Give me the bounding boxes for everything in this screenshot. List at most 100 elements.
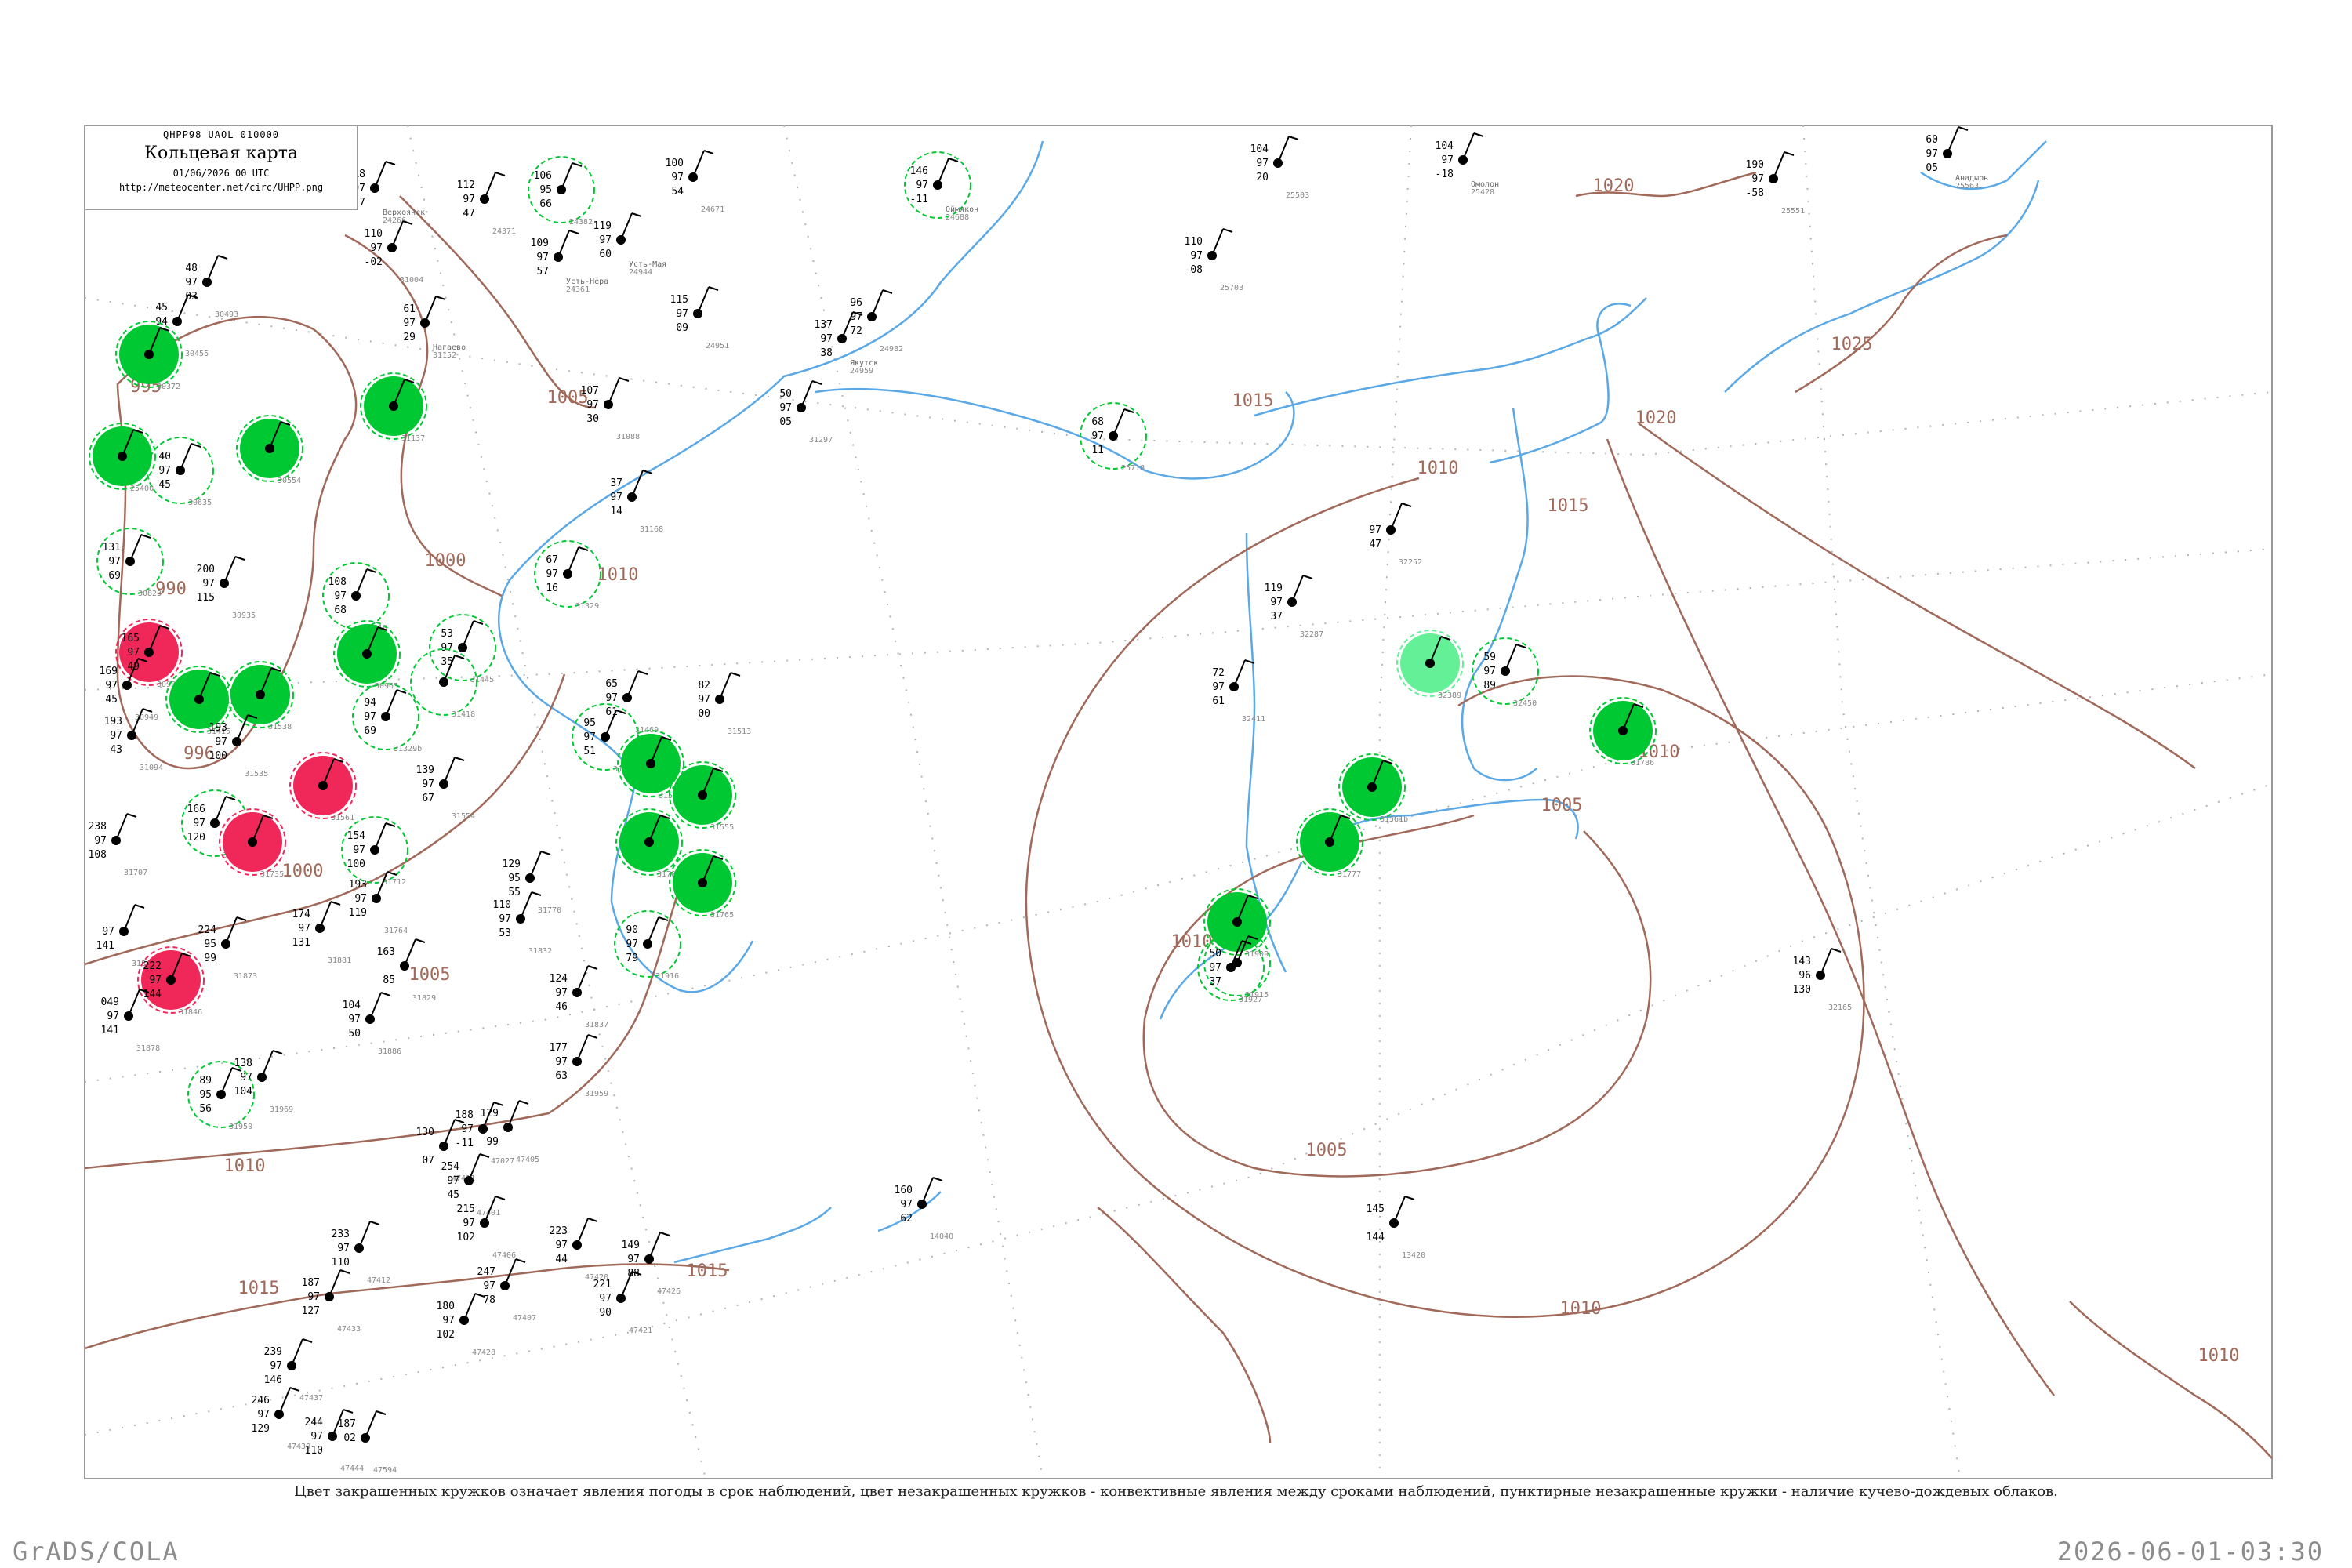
station-id: 25428 <box>1471 188 1494 197</box>
station-dew: 30 <box>586 413 599 425</box>
station-temp: 45 <box>155 302 168 314</box>
station-id: 24671 <box>701 205 724 214</box>
station-dew: 119 <box>349 907 367 919</box>
station-dew: 100 <box>347 858 365 870</box>
station-id: 31765 <box>710 911 734 920</box>
station-temp: 193 <box>104 716 122 728</box>
station-temp: 154 <box>347 830 366 842</box>
station-dew: 62 <box>900 1213 913 1225</box>
station-id: 31832 <box>528 947 552 956</box>
isobar-label: 1005 <box>409 965 451 985</box>
station-dew: -58 <box>1746 187 1764 199</box>
station-id: 31764 <box>384 927 408 935</box>
station-id: 31329 <box>575 602 599 611</box>
station-vis: 97 <box>779 402 792 414</box>
station-id: 24688 <box>946 213 969 222</box>
isobar-label: 1010 <box>1417 459 1459 478</box>
station-temp: 110 <box>365 228 383 240</box>
station-id: 31561 <box>331 814 354 822</box>
station-dew: 79 <box>626 953 638 964</box>
station-vis: 02 <box>343 1432 356 1444</box>
station-dew: 130 <box>1793 984 1811 996</box>
station-vis: 97 <box>599 234 612 246</box>
station-id: 47405 <box>516 1156 539 1164</box>
station-dew: 56 <box>199 1103 212 1115</box>
station-temp: 65 <box>605 678 618 690</box>
station-dew: 61 <box>1212 695 1225 707</box>
station-id: 30635 <box>188 499 212 507</box>
station-temp: 82 <box>698 680 710 691</box>
station-vis: 97 <box>403 318 416 329</box>
station-id: 31168 <box>640 525 663 534</box>
station-temp: 129 <box>481 1108 499 1120</box>
map-title: Кольцевая карта <box>143 143 298 163</box>
station-dew: 51 <box>583 746 596 757</box>
station-id: 30455 <box>185 350 209 358</box>
station-dew: 102 <box>457 1232 475 1243</box>
station-vis: 97 <box>1369 524 1381 536</box>
station-vis: 95 <box>508 873 521 884</box>
station-dew: 72 <box>850 325 862 337</box>
isobar-label: 1010 <box>2198 1346 2240 1366</box>
station-vis: 97 <box>676 308 688 320</box>
station-id: 47027 <box>491 1157 514 1166</box>
station-vis: 97 <box>461 1123 474 1135</box>
station-id: 25503 <box>1286 191 1309 200</box>
station-id: 31707 <box>124 869 147 877</box>
station-temp: 246 <box>252 1395 270 1406</box>
station-id: 31445 <box>470 676 494 684</box>
station-dew: 99 <box>204 953 216 964</box>
station-vis: 97 <box>240 1072 252 1083</box>
station-vis: 97 <box>202 578 215 590</box>
station-vis: 97 <box>627 1254 640 1265</box>
station-vis: 97 <box>193 818 205 829</box>
station-id: 14040 <box>930 1232 953 1241</box>
station-vis: 97 <box>110 730 122 742</box>
station-dew: 85 <box>383 975 395 986</box>
isobar-label: 1010 <box>224 1156 266 1176</box>
station-dew: -08 <box>1185 264 1203 276</box>
station-vis: 97 <box>1256 158 1269 169</box>
station-id: 31137 <box>401 434 425 443</box>
station-vis: 97 <box>1441 154 1454 166</box>
station-vis: 97 <box>555 1240 568 1251</box>
station-temp: 104 <box>1250 143 1269 155</box>
station-vis: 97 <box>555 987 568 999</box>
station-vis: 97 <box>499 913 511 925</box>
station-id: 31909 <box>1245 950 1269 959</box>
map-date: 01/06/2026 00 UTC <box>172 168 270 179</box>
map-url: http://meteocenter.net/circ/UHPP.png <box>118 182 324 193</box>
station-vis: 97 <box>334 590 347 602</box>
station-temp: 143 <box>1793 956 1811 967</box>
station-temp: 247 <box>477 1266 495 1278</box>
station-dew: 07 <box>422 1155 434 1167</box>
station-name: Анадырь <box>1955 174 1988 183</box>
station-id: 47433 <box>337 1325 361 1334</box>
station-dew: 16 <box>546 583 558 594</box>
station-temp: 59 <box>1483 652 1496 663</box>
station-dew: 29 <box>403 332 416 343</box>
station-temp: 145 <box>1367 1203 1385 1215</box>
station-temp: 115 <box>670 294 688 306</box>
map-legend-box: QHPP98 UAOL 010000 Кольцевая карта 01/06… <box>85 125 358 210</box>
station-dew: 50 <box>348 1028 361 1040</box>
station-temp: 131 <box>103 542 121 554</box>
station-vis: 97 <box>310 1431 323 1443</box>
station-dew: 37 <box>1209 976 1221 988</box>
station-id: 32389 <box>1438 691 1461 700</box>
station-vis: 97 <box>127 647 140 659</box>
station-vis: 97 <box>105 680 118 691</box>
station-id: 47412 <box>367 1276 390 1285</box>
station-dew: 45 <box>158 479 171 491</box>
station-vis: 97 <box>442 1315 455 1327</box>
station-dew: 120 <box>187 832 205 844</box>
station-temp: 174 <box>292 909 311 920</box>
station-id: 31881 <box>328 956 351 965</box>
station-id: 31712 <box>383 878 406 887</box>
station-dew: 100 <box>209 750 227 762</box>
station-dew: 63 <box>555 1070 568 1082</box>
footer-left: GrADS/COLA <box>13 1537 180 1566</box>
station-vis: 97 <box>1212 681 1225 693</box>
station-temp: 50 <box>1209 948 1221 960</box>
station-temp: 166 <box>187 804 205 815</box>
